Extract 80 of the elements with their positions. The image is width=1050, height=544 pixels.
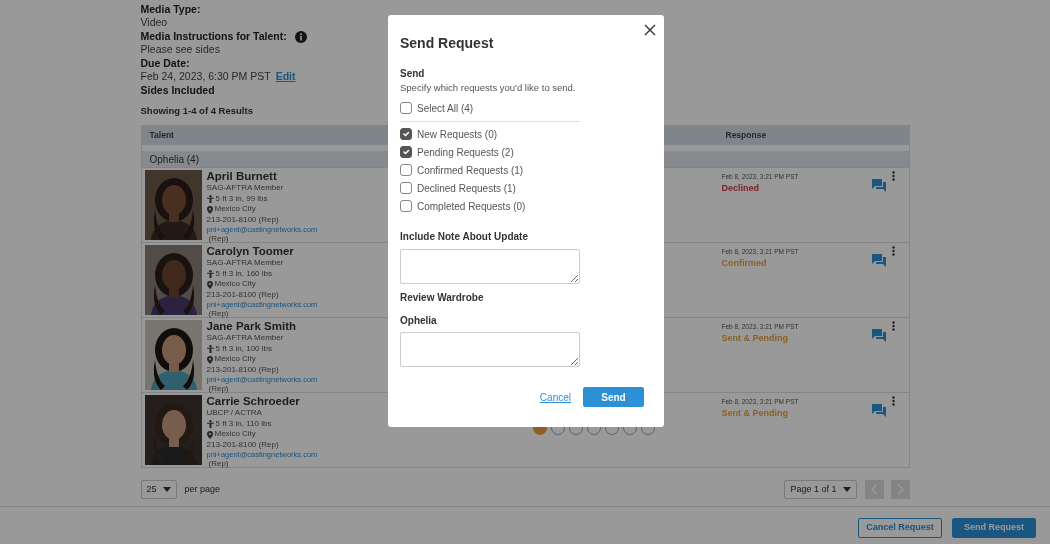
location-text: Mexico City (214, 204, 256, 215)
section-label: Send (400, 66, 426, 81)
section-label: Review Wardrobe (400, 291, 485, 306)
close-icon[interactable] (644, 24, 656, 36)
cancel-link[interactable]: Cancel (539, 389, 571, 405)
response-status: Sent & Pending (721, 332, 789, 345)
checkbox[interactable] (400, 146, 412, 159)
field-value: Please see sides (140, 43, 220, 55)
location-pin-icon (206, 205, 213, 214)
checkbox[interactable] (400, 128, 412, 141)
figure-icon (206, 420, 214, 428)
field-label: Include Note About Update (400, 230, 529, 245)
field-value: Feb 24, 2023, 6:30 PM PST (140, 70, 271, 82)
caret-icon (162, 486, 171, 492)
checkbox-label[interactable]: Completed Requests (0) (417, 198, 526, 214)
checkbox[interactable] (400, 164, 412, 177)
talent-name[interactable]: Carolyn Toomer (206, 245, 318, 259)
phone-text: 213-201-8100 (Rep) (206, 289, 279, 301)
caret-icon (842, 486, 851, 492)
size-text: 5 ft 3 in, 110 lbs (215, 418, 272, 430)
per-page-label: per page (184, 482, 221, 496)
field-value: Video (140, 16, 168, 28)
email-note: (Rep) (208, 459, 229, 470)
response-status: Declined (721, 182, 760, 195)
phone-text: 213-201-8100 (Rep) (206, 214, 279, 226)
send-button[interactable]: Send (583, 387, 644, 408)
checkbox-label[interactable]: New Requests (0) (417, 126, 498, 142)
field-label: Due Date: (140, 57, 190, 70)
field-label: Ophelia (400, 314, 438, 329)
field-label: Sides Included (140, 84, 215, 97)
figure-icon (206, 195, 214, 203)
union-status: SAG-AFTRA Member (206, 258, 284, 269)
more-options-icon[interactable] (891, 321, 895, 332)
helper-text: Specify which requests you'd like to send. (400, 80, 577, 95)
field-label: Media Type: (140, 3, 201, 16)
email-note: (Rep) (208, 234, 229, 245)
union-status: SAG-AFTRA Member (206, 333, 284, 344)
chat-icon[interactable] (871, 404, 886, 419)
union-status: SAG-AFTRA Member (206, 183, 284, 194)
checkbox[interactable] (400, 102, 412, 115)
dialog-title: Send Request (400, 35, 495, 52)
per-page-select[interactable]: 25 (140, 479, 177, 499)
results-count: Showing 1-4 of 4 Results (140, 104, 253, 118)
figure-icon (206, 270, 214, 278)
talent-name[interactable]: Jane Park Smith (206, 320, 318, 334)
talent-name[interactable]: Carrie Schroeder (206, 395, 318, 409)
column-header: Response (725, 129, 767, 143)
phone-text: 213-201-8100 (Rep) (206, 439, 279, 451)
chat-icon[interactable] (871, 329, 886, 344)
checkbox[interactable] (400, 182, 412, 195)
note-field[interactable] (400, 249, 580, 285)
size-text: 5 ft 3 in, 160 lbs (215, 268, 272, 280)
page-select[interactable]: Page 1 of 1 (784, 479, 857, 499)
location-pin-icon (206, 355, 213, 364)
location-text: Mexico City (214, 354, 256, 365)
phone-text: 213-201-8100 (Rep) (206, 364, 279, 376)
more-options-icon[interactable] (891, 171, 895, 182)
email-note: (Rep) (208, 309, 229, 320)
location-text: Mexico City (214, 429, 256, 440)
figure-icon (206, 345, 214, 353)
location-pin-icon (206, 430, 213, 439)
checkbox-label[interactable]: Select All (4) (417, 100, 474, 116)
union-status: UBCP / ACTRA (206, 408, 262, 419)
response-status: Sent & Pending (721, 407, 789, 420)
location-text: Mexico City (214, 279, 256, 290)
more-options-icon[interactable] (891, 396, 895, 407)
location-pin-icon (206, 280, 213, 289)
talent-name[interactable]: April Burnett (206, 170, 318, 184)
wardrobe-field[interactable] (400, 332, 580, 368)
response-status: Confirmed (721, 257, 768, 270)
checkbox-label[interactable]: Declined Requests (1) (417, 180, 516, 196)
column-header: Talent (149, 130, 174, 141)
size-text: 5 ft 3 in, 100 lbs (215, 343, 272, 355)
more-options-icon[interactable] (891, 246, 895, 257)
checkbox[interactable] (400, 200, 412, 213)
chat-icon[interactable] (871, 254, 886, 269)
field-label: Media Instructions for Talent: (140, 30, 287, 43)
chat-icon[interactable] (871, 179, 886, 194)
size-text: 5 ft 3 in, 99 lbs (215, 193, 268, 205)
email-note: (Rep) (208, 384, 229, 395)
